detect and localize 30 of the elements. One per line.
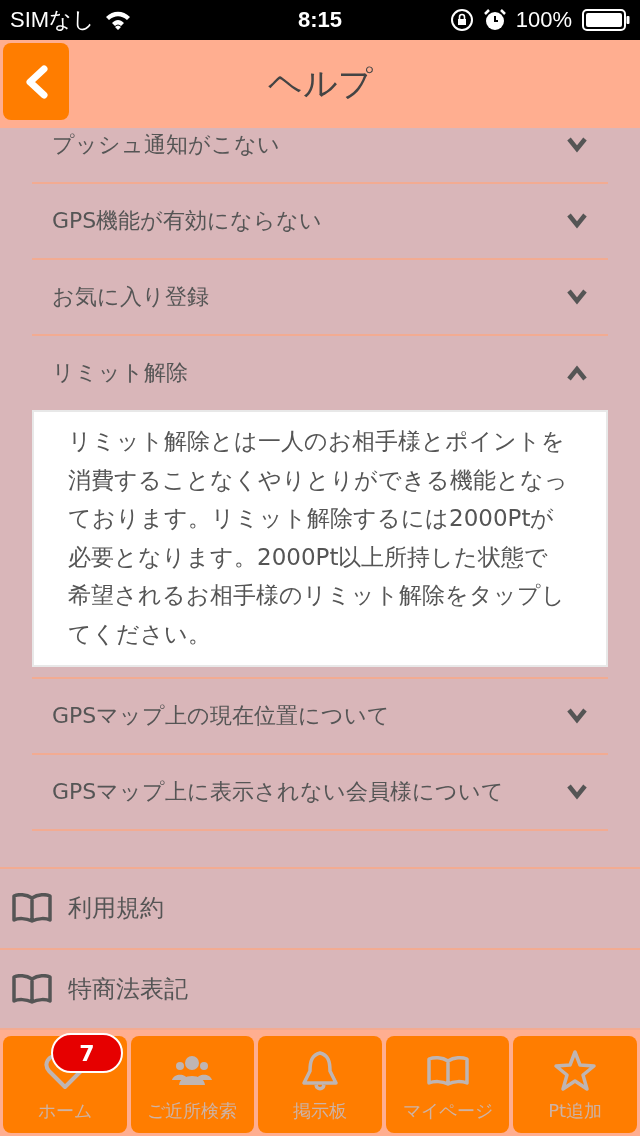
- chevron-down-icon: [566, 708, 588, 724]
- back-icon: [24, 64, 48, 99]
- faq-question[interactable]: プッシュ通知がこない: [32, 128, 608, 182]
- page-title: ヘルプ: [266, 62, 374, 105]
- chevron-down-icon: [566, 289, 588, 305]
- faq-question[interactable]: リミット解除: [32, 336, 608, 410]
- star-icon: [553, 1049, 598, 1093]
- rotation-lock-icon: [449, 8, 474, 32]
- alarm-icon: [483, 9, 506, 31]
- faq-answer: リミット解除とは一人のお相手様とポイントを消費することなくやりとりができる機能となっております。リミット解除するには2000Ptが必要となります。2000Pt以上所持した状態で希望されるお相手様のリミット解除をタップしてください。: [32, 410, 608, 667]
- wifi-icon: [105, 10, 132, 30]
- book-icon: [12, 973, 52, 1004]
- link-label[interactable]: 利用規約: [68, 892, 164, 925]
- chevron-down-icon: [566, 213, 588, 229]
- faq-question[interactable]: GPS機能が有効にならない: [32, 184, 608, 258]
- book-icon: [12, 893, 52, 924]
- faq-question[interactable]: お気に入り登録: [32, 260, 608, 334]
- tab-bar-item[interactable]: ホーム 7: [3, 1036, 127, 1133]
- notification-badge: 7: [51, 1033, 123, 1073]
- chevron-up-icon: [566, 365, 588, 381]
- chevron-down-icon: [566, 784, 588, 800]
- back-button[interactable]: [3, 43, 69, 120]
- carrier-label: SIMなし: [10, 6, 96, 34]
- battery-icon: [582, 9, 630, 31]
- faq-question[interactable]: GPSマップ上の現在位置について: [32, 679, 608, 753]
- chevron-down-icon: [566, 137, 588, 153]
- faq-question[interactable]: GPSマップ上に表示されない会員様について: [32, 755, 608, 829]
- clock-time: 8:15: [298, 7, 343, 33]
- battery-percent: 100%: [515, 7, 572, 33]
- link-label[interactable]: 特商法表記: [68, 972, 188, 1005]
